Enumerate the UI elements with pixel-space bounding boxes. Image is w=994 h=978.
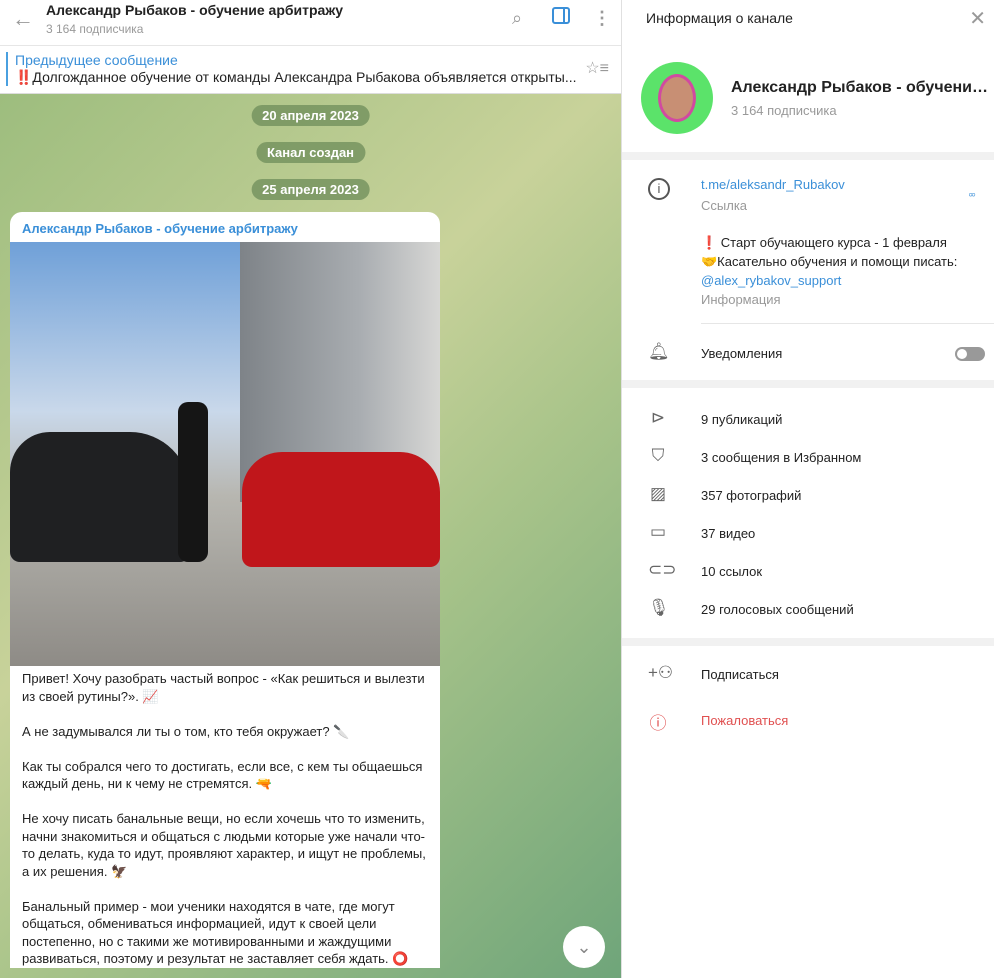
close-icon[interactable]: ✕ <box>969 6 986 31</box>
sidebar-toggle-icon[interactable] <box>552 7 570 24</box>
message-paragraph: Как ты собрался чего то достигать, если … <box>22 758 423 792</box>
stat-videos[interactable]: ▭ 37 видео <box>622 514 994 552</box>
notifications-label: Уведомления <box>701 346 783 361</box>
info-icon: i <box>648 178 670 200</box>
link-label: Ссылка <box>701 198 748 213</box>
pinned-bar <box>6 52 8 86</box>
search-icon[interactable]: ⌕ <box>512 8 522 29</box>
message-paragraph: Не хочу писать банальные вещи, но если х… <box>22 811 426 879</box>
message-photo[interactable] <box>10 242 440 666</box>
pinned-text: ‼️Долгожданное обучение от команды Алекс… <box>15 69 577 85</box>
chat-header: ← Александр Рыбаков - обучение арбитражу… <box>0 0 621 46</box>
stat-label: 29 голосовых сообщений <box>701 602 854 617</box>
subscribe-label: Подписаться <box>701 667 779 682</box>
stat-voice[interactable]: 🎙︎ 29 голосовых сообщений <box>622 590 994 628</box>
message-bubble: Александр Рыбаков - обучение арбитражу П… <box>10 212 440 968</box>
divider <box>622 638 994 646</box>
stat-links[interactable]: ⊂⊃ 10 ссылок <box>622 552 994 590</box>
stat-label: 357 фотографий <box>701 488 802 503</box>
channel-subscribers: 3 164 подписчика <box>731 103 837 118</box>
notifications-row[interactable]: 🔔︎ Уведомления <box>622 334 994 372</box>
message-author[interactable]: Александр Рыбаков - обучение арбитражу <box>10 212 440 242</box>
stat-label: 3 сообщения в Избранном <box>701 450 862 465</box>
notifications-toggle[interactable] <box>955 347 985 361</box>
message-text: Привет! Хочу разобрать частый вопрос - «… <box>10 666 440 968</box>
stat-label: 9 публикаций <box>701 412 783 427</box>
channel-name: Александр Рыбаков - обучение арбитражу <box>731 79 989 96</box>
link-icon: ⊂⊃ <box>648 560 677 579</box>
message-paragraph: А не задумывался ли ты о том, кто тебя о… <box>22 723 350 739</box>
photo-icon: ▨ <box>649 484 667 503</box>
date-badge: 20 апреля 2023 <box>251 105 370 126</box>
stat-label: 37 видео <box>701 526 756 541</box>
report-button[interactable]: ⓘ Пожаловаться <box>622 701 994 739</box>
bell-icon: 🔔︎ <box>648 342 670 361</box>
bookmark-icon: ⛉ <box>651 446 665 465</box>
channel-info-panel: Информация о канале ✕ Александр Рыбаков -… <box>621 0 994 978</box>
more-menu-icon[interactable]: ⋮ <box>593 8 611 29</box>
message-paragraph: Привет! Хочу разобрать частый вопрос - «… <box>22 671 425 704</box>
channel-link[interactable]: t.me/aleksandr_Rubakov <box>701 177 845 192</box>
divider <box>622 380 994 388</box>
add-user-icon: +⚇ <box>648 663 674 682</box>
stat-label: 10 ссылок <box>701 564 763 579</box>
pin-list-icon[interactable]: ☆≡ <box>585 58 609 78</box>
chat-title[interactable]: Александр Рыбаков - обучение арбитражу <box>46 2 343 18</box>
play-icon: ⊳ <box>650 408 666 427</box>
support-handle-link[interactable]: @alex_rybakov_support <box>701 271 957 290</box>
message-paragraph: Банальный пример - мои ученики находятся… <box>22 898 409 967</box>
divider <box>701 323 994 324</box>
subscribe-button[interactable]: +⚇ Подписаться <box>622 655 994 693</box>
description-line: 🤝Касательно обучения и помощи писать: <box>701 254 958 269</box>
scroll-down-button[interactable]: ⌄ <box>563 926 605 968</box>
info-header-title: Информация о канале <box>646 10 793 26</box>
qr-code-icon[interactable]: ◦◦ <box>968 186 976 202</box>
warning-icon: ⓘ <box>649 714 667 733</box>
stat-photos[interactable]: ▨ 357 фотографий <box>622 476 994 514</box>
description-line: ❗ Старт обучающего курса - 1 февраля <box>701 235 947 250</box>
description-label: Информация <box>701 292 781 307</box>
date-badge: 25 апреля 2023 <box>251 179 370 200</box>
avatar[interactable] <box>641 62 713 134</box>
stat-posts[interactable]: ⊳ 9 публикаций <box>622 400 994 438</box>
chat-subscribers: 3 164 подписчика <box>46 22 144 36</box>
divider <box>622 152 994 160</box>
microphone-icon: 🎙︎ <box>648 598 670 617</box>
chat-panel: ← Александр Рыбаков - обучение арбитражу… <box>0 0 621 978</box>
stat-saved[interactable]: ⛉ 3 сообщения в Избранном <box>622 438 994 476</box>
back-arrow-icon[interactable]: ← <box>12 6 34 32</box>
report-label: Пожаловаться <box>701 713 789 728</box>
pinned-label: Предыдущее сообщение <box>15 52 178 68</box>
service-message: Канал создан <box>255 142 366 163</box>
pinned-message[interactable]: Предыдущее сообщение ‼️Долгожданное обуч… <box>0 46 621 94</box>
video-icon: ▭ <box>649 522 667 541</box>
